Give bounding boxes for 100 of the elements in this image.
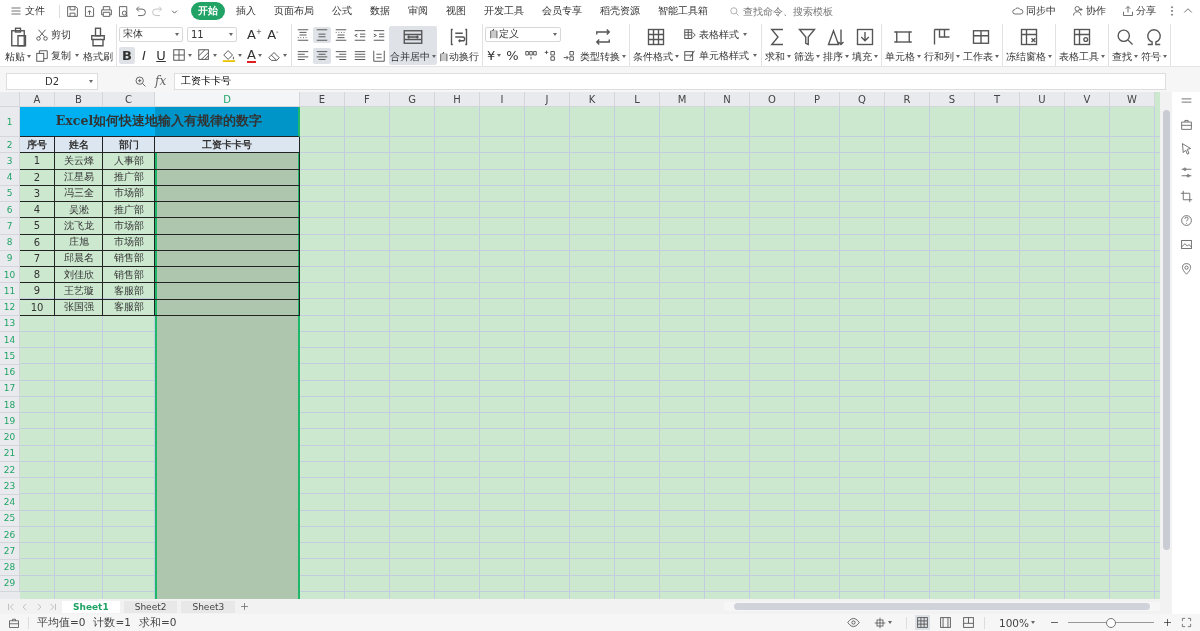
formula-field[interactable]: 工资卡卡号 <box>174 72 1166 90</box>
ribbon-tab[interactable]: 审阅 <box>401 2 435 20</box>
cell-button[interactable]: 单元格 <box>883 25 922 65</box>
column-header[interactable]: I <box>480 92 525 107</box>
italic-button[interactable]: I <box>136 46 152 64</box>
plus-icon[interactable] <box>239 601 251 612</box>
location-icon[interactable] <box>1179 262 1193 275</box>
ribbon-tab[interactable]: 会员专享 <box>535 2 589 20</box>
sync-button[interactable]: 同步中 <box>1006 3 1062 19</box>
convert-type-button[interactable]: 类型转换 <box>578 25 627 65</box>
file-menu[interactable]: 文件 <box>6 4 49 18</box>
underline-button[interactable]: U <box>153 46 169 64</box>
bold-button[interactable]: B <box>119 46 135 64</box>
ribbon-tab[interactable]: 页面布局 <box>267 2 321 20</box>
share-button[interactable]: 分享 <box>1116 3 1162 19</box>
table-tools-button[interactable]: 表格工具 <box>1057 25 1106 65</box>
cell-style-button[interactable]: 单元格样式 <box>680 47 759 64</box>
column-header[interactable]: R <box>885 92 930 107</box>
column-header[interactable]: N <box>705 92 750 107</box>
collaborate-button[interactable]: 协作 <box>1066 3 1112 19</box>
zoom-in-icon[interactable] <box>134 74 147 88</box>
sheet-tab[interactable]: Sheet2 <box>123 600 178 613</box>
bold-button[interactable]: % <box>504 46 521 64</box>
find-button[interactable]: 查找 <box>1110 25 1139 65</box>
column-header[interactable]: O <box>750 92 795 107</box>
export-icon[interactable] <box>83 4 96 18</box>
column-header[interactable]: U <box>1020 92 1065 107</box>
column-header[interactable]: G <box>390 92 435 107</box>
column-header[interactable]: B <box>55 92 103 107</box>
save-icon[interactable] <box>66 4 79 18</box>
currency-button[interactable]: A$^{-}$ <box>264 26 281 44</box>
cursor-icon[interactable] <box>1179 142 1193 155</box>
name-box[interactable]: D2 <box>6 72 98 90</box>
ribbon-tab[interactable]: 视图 <box>439 2 473 20</box>
filter-button[interactable]: 筛选 <box>792 25 821 65</box>
page-view-button[interactable] <box>937 615 953 630</box>
crop-icon[interactable] <box>1179 190 1193 203</box>
worksheet-button[interactable]: 工作表 <box>961 25 1000 65</box>
undo-icon[interactable] <box>134 4 147 18</box>
ribbon-tab[interactable]: 开发工具 <box>477 2 531 20</box>
column-header[interactable]: Q <box>840 92 885 107</box>
eye-icon[interactable] <box>846 616 860 629</box>
freeze-panes-button[interactable]: 冻结窗格 <box>1004 25 1053 65</box>
column-header[interactable]: F <box>345 92 390 107</box>
plus-icon[interactable] <box>1162 617 1173 628</box>
fill-button[interactable]: 填充 <box>850 25 879 65</box>
column-header[interactable]: H <box>435 92 480 107</box>
break-view-button[interactable] <box>960 615 976 630</box>
toolbox-icon[interactable] <box>1179 118 1193 131</box>
column-header[interactable]: S <box>930 92 975 107</box>
symbol-button[interactable]: 符号 <box>1139 25 1168 65</box>
help-icon[interactable] <box>1179 214 1193 227</box>
wrap-text-button[interactable]: 自动换行 <box>437 25 480 65</box>
font-color-button[interactable]: A <box>245 47 264 64</box>
column-header[interactable]: A <box>20 92 55 107</box>
toolbox-icon[interactable] <box>8 616 20 629</box>
ribbon-tab[interactable]: 插入 <box>229 2 263 20</box>
zoom-dropdown[interactable]: 100% <box>992 615 1041 630</box>
column-header[interactable]: P <box>795 92 840 107</box>
number-format-dropdown[interactable]: 自定义 <box>484 26 561 42</box>
sum-button[interactable]: 求和 <box>763 25 792 65</box>
print-icon[interactable] <box>100 4 113 18</box>
font-grow-button[interactable]: A$^{+}$ <box>245 26 264 44</box>
vertical-scrollbar[interactable] <box>1160 92 1172 614</box>
sliders-icon[interactable] <box>1179 166 1193 179</box>
normal-view-button[interactable] <box>914 615 930 630</box>
ribbon-tab[interactable]: 公式 <box>325 2 359 20</box>
search-field[interactable]: 查找命令、搜索模板 <box>729 5 843 17</box>
column-header[interactable]: C <box>103 92 155 107</box>
cut-button[interactable]: 剪切 <box>33 26 73 43</box>
column-header[interactable]: J <box>525 92 570 107</box>
column-header[interactable]: L <box>615 92 660 107</box>
align-center-button[interactable] <box>312 47 331 64</box>
fill-color-button[interactable] <box>220 47 244 63</box>
font-dropdown[interactable]: 宋体 <box>119 26 183 42</box>
column-header[interactable]: W <box>1110 92 1155 107</box>
copy-button[interactable]: 复制 <box>33 47 81 64</box>
percent-button[interactable]: ¥ <box>484 46 504 64</box>
column-header[interactable]: E <box>300 92 345 107</box>
horizontal-scrollbar[interactable] <box>724 602 1160 611</box>
rows-columns-button[interactable]: 行和列 <box>922 25 961 65</box>
format-painter-button[interactable]: 格式刷 <box>82 25 114 65</box>
align-middle-button[interactable] <box>312 26 331 43</box>
sheet-tab[interactable]: Sheet3 <box>181 600 236 613</box>
preview-icon[interactable] <box>117 4 130 18</box>
function-label[interactable]: fx <box>155 74 167 88</box>
ribbon-tab[interactable]: 稻壳资源 <box>593 2 647 20</box>
merge-center-button[interactable]: 合并居中 <box>388 25 437 65</box>
font-size-dropdown[interactable]: 11 <box>187 26 237 42</box>
paste-button[interactable]: 粘贴 <box>4 25 32 65</box>
image-icon[interactable] <box>1179 238 1193 251</box>
ribbon-tab[interactable]: 智能工具箱 <box>651 2 715 20</box>
border-button[interactable] <box>170 47 194 63</box>
ribbon-tab[interactable]: 数据 <box>363 2 397 20</box>
column-header[interactable]: M <box>660 92 705 107</box>
column-header[interactable]: V <box>1065 92 1110 107</box>
column-header[interactable]: T <box>975 92 1020 107</box>
fullscreen-icon[interactable] <box>1181 617 1192 628</box>
fill-pattern-button[interactable] <box>195 47 219 63</box>
conditional-format-button[interactable]: 条件格式 <box>631 25 680 65</box>
